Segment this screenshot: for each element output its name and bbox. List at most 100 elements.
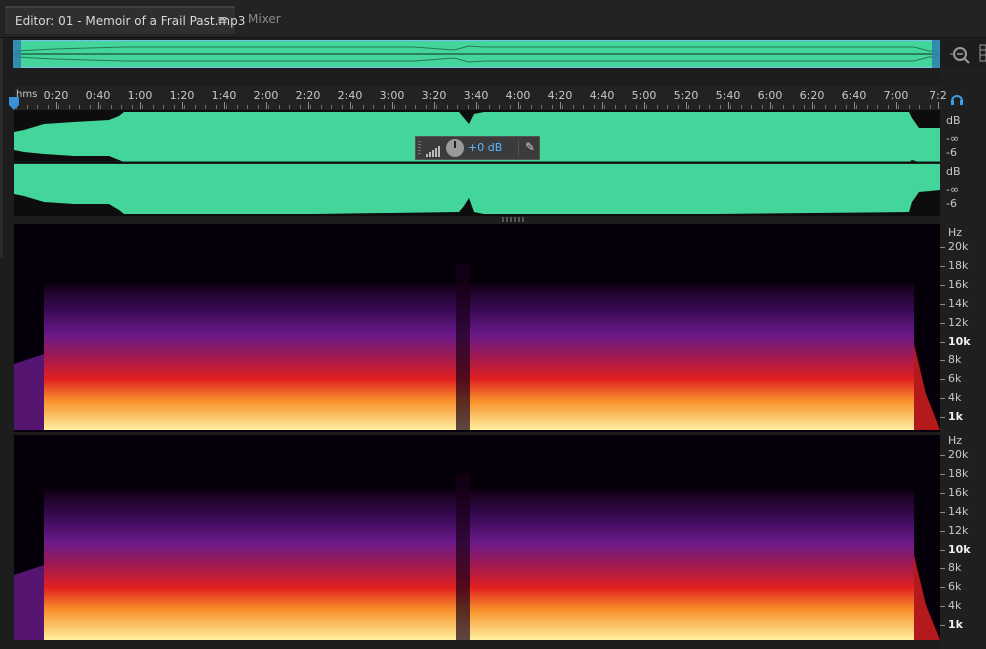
ruler-minor-tick	[237, 105, 238, 109]
db-inf-right: -∞	[946, 183, 960, 196]
hz-tick	[940, 587, 945, 589]
overview-left-handle[interactable]	[13, 40, 21, 68]
volume-value[interactable]: +0 dB	[468, 141, 502, 154]
hz-label: 8k	[948, 561, 962, 575]
hud-grip[interactable]	[418, 141, 421, 155]
ruler-minor-tick	[783, 105, 784, 109]
hz-tick	[940, 379, 945, 381]
ruler-label: 2:00	[253, 89, 279, 102]
ruler-minor-tick	[552, 105, 553, 109]
ruler-minor-tick	[279, 105, 280, 109]
hz-tick	[940, 417, 945, 419]
hz-tick	[940, 606, 945, 608]
ruler-minor-tick	[657, 105, 658, 109]
spectral-channel-left[interactable]	[14, 224, 940, 430]
hz-tick	[940, 341, 945, 343]
hz-label: 20k	[948, 448, 969, 461]
tab-editor-label: Editor: 01 - Memoir of a Frail Past.mp3	[15, 14, 246, 28]
headphones-icon[interactable]	[950, 91, 964, 105]
ruler-minor-tick	[478, 105, 479, 109]
ruler-minor-tick	[531, 105, 532, 109]
ruler-major-tick	[896, 102, 897, 109]
panel-menu-icon[interactable]	[979, 44, 986, 62]
ruler-minor-tick	[258, 105, 259, 109]
hz-tick	[940, 473, 945, 475]
ruler-minor-tick	[142, 105, 143, 109]
ruler-minor-tick	[153, 105, 154, 109]
spectral-channel-right[interactable]	[14, 435, 940, 641]
hz-label: 20k	[948, 240, 969, 253]
hz-label: 12k	[948, 315, 969, 329]
ruler-major-tick	[560, 102, 561, 109]
db-minus6-right: -6	[946, 197, 957, 210]
ruler-major-tick	[308, 102, 309, 109]
tab-mixer[interactable]: Mixer	[236, 6, 300, 32]
ruler-minor-tick	[331, 105, 332, 109]
waveform-channel-right[interactable]	[14, 164, 940, 216]
time-ruler[interactable]: hms 0:20 0:40 1:00 1:20 1:40 2:00 2:20 2:40 3:00…	[14, 86, 947, 110]
ruler-minor-tick	[846, 105, 847, 109]
ruler-minor-tick	[814, 105, 815, 109]
ruler-label: 1:40	[211, 89, 237, 102]
ruler-label: 2:40	[337, 89, 363, 102]
ruler-minor-tick	[27, 105, 28, 109]
ruler-minor-tick	[772, 105, 773, 109]
ruler-major-tick	[392, 102, 393, 109]
ruler-major-tick	[98, 102, 99, 109]
ruler-minor-tick	[730, 105, 731, 109]
ruler-minor-tick	[69, 105, 70, 109]
hz-label: 4k	[948, 391, 962, 405]
panel-resize-handle[interactable]	[502, 217, 526, 222]
ruler-minor-tick	[888, 105, 889, 109]
overview-waveform[interactable]	[13, 40, 940, 68]
ruler-minor-tick	[762, 105, 763, 109]
ruler-minor-tick	[793, 105, 794, 109]
hz-tick	[940, 360, 945, 362]
hz-tick	[940, 530, 945, 532]
ruler-minor-tick	[174, 105, 175, 109]
ruler-minor-tick	[436, 105, 437, 109]
hz-label: 1k	[948, 410, 963, 424]
ruler-major-tick	[518, 102, 519, 109]
ruler-minor-tick	[625, 105, 626, 109]
ruler-units: hms	[16, 89, 38, 100]
ruler-minor-tick	[835, 105, 836, 109]
ruler-minor-tick	[489, 105, 490, 109]
ruler-label: 6:20	[799, 89, 825, 102]
ruler-minor-tick	[363, 105, 364, 109]
ruler-minor-tick	[930, 105, 931, 109]
ruler-major-tick	[224, 102, 225, 109]
db-inf-left: -∞	[946, 132, 960, 145]
ruler-minor-tick	[90, 105, 91, 109]
ruler-minor-tick	[300, 105, 301, 109]
spectral-channel-divider	[14, 432, 940, 435]
ruler-minor-tick	[405, 105, 406, 109]
ruler-label: 4:20	[547, 89, 573, 102]
ruler-minor-tick	[520, 105, 521, 109]
tab-editor[interactable]: Editor: 01 - Memoir of a Frail Past.mp3 …	[5, 6, 245, 34]
ruler-label: 7:2	[929, 89, 947, 102]
zoom-in-icon[interactable]	[948, 44, 972, 66]
playhead-icon[interactable]	[9, 96, 19, 110]
ruler-minor-tick	[321, 105, 322, 109]
ruler-label: 5:20	[673, 89, 699, 102]
pin-icon[interactable]: ✎	[525, 140, 535, 154]
hz-tick	[940, 247, 945, 248]
ruler-minor-tick	[541, 105, 542, 109]
tab-menu-icon[interactable]: ≡	[217, 13, 228, 28]
ruler-minor-tick	[699, 105, 700, 109]
hz-label: 1k	[948, 618, 963, 632]
hz-label: 8k	[948, 353, 962, 367]
ruler-label: 4:40	[589, 89, 615, 102]
ruler-major-tick	[644, 102, 645, 109]
overview-right-handle[interactable]	[932, 40, 940, 68]
hz-label: 10k	[948, 542, 971, 556]
ruler-minor-tick	[898, 105, 899, 109]
ruler-label: 5:00	[631, 89, 657, 102]
ruler-minor-tick	[667, 105, 668, 109]
volume-hud[interactable]: +0 dB ✎	[415, 136, 540, 160]
volume-knob[interactable]	[446, 139, 464, 157]
hz-tick	[940, 511, 945, 513]
ruler-minor-tick	[457, 105, 458, 109]
ruler-major-tick	[854, 102, 855, 109]
